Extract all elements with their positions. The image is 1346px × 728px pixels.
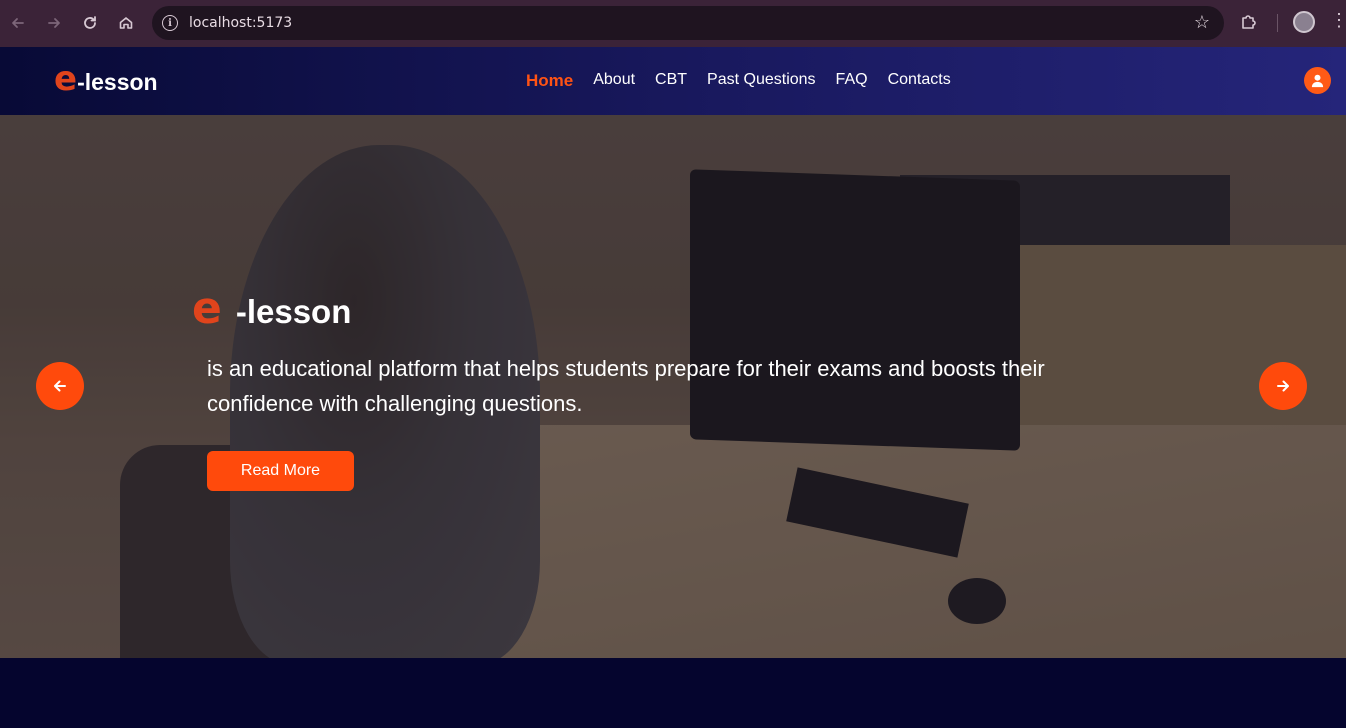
menu-icon[interactable]: ⋮ [1330,10,1346,31]
back-icon[interactable] [6,11,30,35]
site-logo[interactable]: e -lesson [54,59,158,99]
hero-title: e -lesson [192,283,351,334]
extensions-icon[interactable] [1240,12,1258,35]
arrow-right-icon [1277,380,1289,392]
forward-icon[interactable] [42,11,66,35]
toolbar-divider [1277,14,1278,32]
read-more-button[interactable]: Read More [207,451,354,491]
user-account-button[interactable] [1304,67,1331,94]
carousel-prev-button[interactable] [36,362,84,410]
hero-e-letter: e [192,283,222,334]
info-icon[interactable]: i [162,15,178,31]
browser-toolbar: i localhost:5173 ☆ ⋮ [0,0,1346,47]
profile-icon[interactable] [1293,11,1315,33]
logo-text: -lesson [77,69,158,95]
nav-link-past-questions[interactable]: Past Questions [707,71,816,91]
hero-brand-text: -lesson [235,293,352,330]
logo-e-letter: e [54,59,78,99]
arrow-left-icon [54,380,66,392]
site-navbar: e -lesson Home About CBT Past Questions … [0,47,1346,115]
nav-link-contacts[interactable]: Contacts [888,71,951,91]
nav-link-cbt[interactable]: CBT [655,71,687,91]
nav-link-about[interactable]: About [593,71,635,91]
page-section-below [0,658,1346,728]
main-menu: Home About CBT Past Questions FAQ Contac… [526,71,951,91]
hero-carousel: e -lesson is an educational platform tha… [0,115,1346,658]
nav-link-home[interactable]: Home [526,71,573,91]
url-text[interactable]: localhost:5173 [189,15,292,31]
carousel-next-button[interactable] [1259,362,1307,410]
nav-link-faq[interactable]: FAQ [836,71,868,91]
reload-icon[interactable] [78,11,102,35]
user-icon [1311,74,1324,88]
address-bar[interactable]: i localhost:5173 ☆ [152,6,1224,40]
star-icon[interactable]: ☆ [1194,12,1210,33]
hero-description: is an educational platform that helps st… [207,356,1045,416]
home-icon[interactable] [114,11,138,35]
